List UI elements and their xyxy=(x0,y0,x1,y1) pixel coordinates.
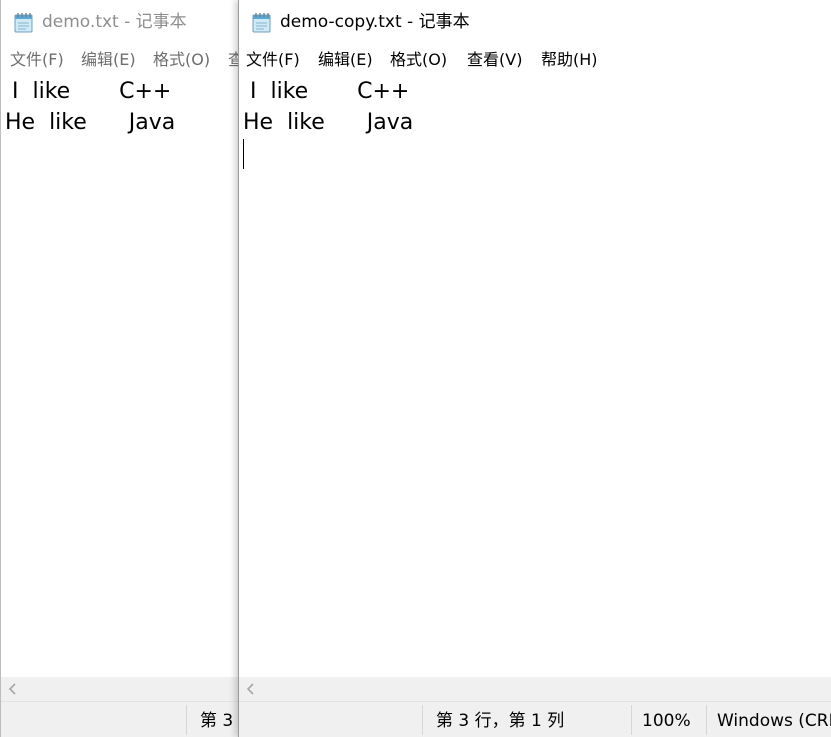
menu-view[interactable]: 查 xyxy=(228,49,238,71)
window-title: demo-copy.txt - 记事本 xyxy=(280,12,470,32)
status-bar: 第 3 行，第 1 列 100% Windows (CRLF) xyxy=(239,701,831,737)
editor-line-2: He like Java xyxy=(243,110,414,135)
status-separator xyxy=(631,705,632,735)
notepad-window-demo[interactable]: demo.txt - 记事本 文件(F) 编辑(E) 格式(O) 查 I lik… xyxy=(0,0,238,737)
editor-line-1: I like C++ xyxy=(5,79,172,104)
menu-edit[interactable]: 编辑(E) xyxy=(81,49,136,71)
menu-help[interactable]: 帮助(H) xyxy=(541,49,598,71)
status-separator xyxy=(186,705,187,735)
status-zoom: 100% xyxy=(642,711,691,731)
menu-file[interactable]: 文件(F) xyxy=(10,49,64,71)
menu-bar: 文件(F) 编辑(E) 格式(O) 查 xyxy=(1,44,238,75)
title-bar[interactable]: demo.txt - 记事本 xyxy=(1,0,238,44)
status-line-ending: Windows (CRLF) xyxy=(717,711,831,731)
text-caret xyxy=(243,139,244,169)
notepad-icon xyxy=(14,13,33,33)
menu-format[interactable]: 格式(O) xyxy=(153,49,210,71)
text-editor[interactable]: I like C++ He like Java xyxy=(239,75,831,677)
menu-view[interactable]: 查看(V) xyxy=(467,49,522,71)
horizontal-scrollbar[interactable] xyxy=(1,677,238,701)
notepad-icon xyxy=(252,13,271,33)
scroll-left-arrow-icon[interactable] xyxy=(246,682,256,696)
status-separator xyxy=(706,705,707,735)
status-separator xyxy=(422,705,423,735)
title-bar[interactable]: demo-copy.txt - 记事本 xyxy=(239,0,831,44)
text-editor[interactable]: I like C++ He like Java xyxy=(1,75,238,677)
status-cursor-position: 第 3 xyxy=(200,711,234,731)
window-title: demo.txt - 记事本 xyxy=(42,12,187,32)
editor-line-1: I like C++ xyxy=(243,79,410,104)
notepad-window-demo-copy[interactable]: demo-copy.txt - 记事本 文件(F) 编辑(E) 格式(O) 查看… xyxy=(238,0,831,737)
menu-file[interactable]: 文件(F) xyxy=(246,49,300,71)
menu-format[interactable]: 格式(O) xyxy=(390,49,447,71)
status-bar: 第 3 xyxy=(1,701,238,737)
editor-line-2: He like Java xyxy=(5,110,176,135)
menu-bar: 文件(F) 编辑(E) 格式(O) 查看(V) 帮助(H) xyxy=(239,44,831,75)
menu-edit[interactable]: 编辑(E) xyxy=(318,49,373,71)
horizontal-scrollbar[interactable] xyxy=(239,677,831,701)
status-cursor-position: 第 3 行，第 1 列 xyxy=(436,711,565,731)
scroll-left-arrow-icon[interactable] xyxy=(8,682,18,696)
